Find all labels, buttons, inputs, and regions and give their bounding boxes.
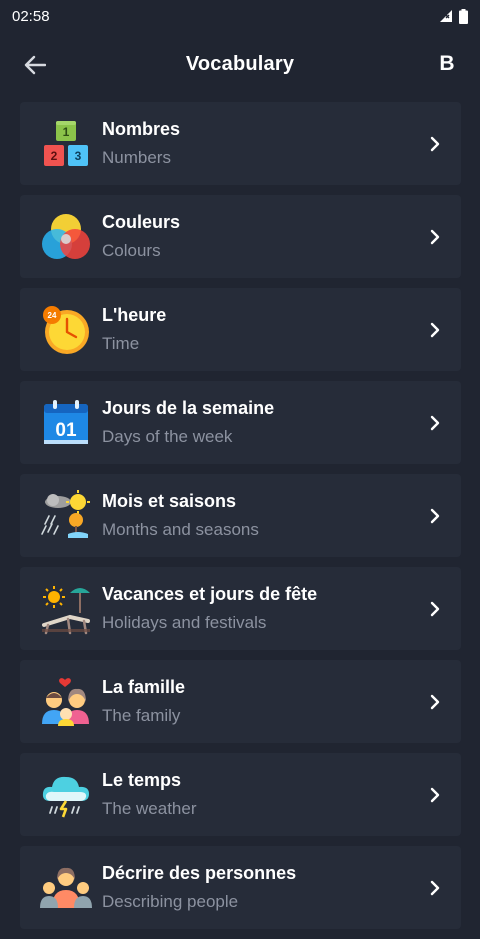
list-item[interactable]: Mois et saisons Months and seasons (20, 474, 461, 557)
family-icon (40, 676, 92, 728)
list-item[interactable]: 01 Jours de la semaine Days of the week (20, 381, 461, 464)
chevron-right-icon (427, 414, 443, 432)
item-subtitle: The weather (102, 799, 197, 818)
item-title: La famille (102, 677, 186, 697)
item-subtitle: Days of the week (102, 427, 233, 446)
rain-cloud-icon (40, 769, 92, 821)
seasons-icon (40, 489, 92, 542)
status-time: 02:58 (12, 7, 50, 25)
chevron-right-icon (427, 507, 443, 525)
number-blocks-icon: 1 2 3 (40, 118, 92, 170)
calendar-day-text: 01 (55, 420, 77, 441)
item-title: Nombres (102, 119, 181, 139)
item-title: Vacances et jours de fête (102, 584, 318, 604)
item-subtitle: Colours (102, 241, 161, 260)
item-subtitle: Months and seasons (102, 520, 259, 539)
vocabulary-list: 1 2 3 Nombres Numbers Couleurs Colours 2… (20, 102, 461, 939)
chevron-right-icon (427, 786, 443, 804)
status-icons (439, 8, 468, 24)
list-item[interactable]: Décrire des personnes Describing people (20, 846, 461, 929)
item-title: L'heure (102, 305, 167, 325)
list-item[interactable]: Le temps The weather (20, 753, 461, 836)
list-item[interactable]: Couleurs Colours (20, 195, 461, 278)
color-circles-icon (40, 211, 92, 263)
signal-icon (440, 10, 452, 22)
app-bar: Vocabulary B (0, 32, 480, 96)
item-subtitle: Numbers (102, 148, 171, 167)
list-item[interactable]: Vacances et jours de fête Holidays and f… (20, 567, 461, 650)
item-subtitle: The family (102, 706, 181, 725)
beach-chair-icon (40, 583, 92, 635)
battery-icon (459, 8, 468, 24)
calendar-icon: 01 (40, 397, 92, 449)
svg-text:24: 24 (48, 311, 57, 320)
item-title: Décrire des personnes (102, 863, 297, 883)
chevron-right-icon (427, 879, 443, 897)
page-title: Vocabulary (185, 52, 295, 75)
chevron-right-icon (427, 600, 443, 618)
back-button[interactable] (20, 50, 50, 80)
item-subtitle: Holidays and festivals (102, 613, 267, 632)
svg-text:2: 2 (51, 149, 58, 163)
list-item[interactable]: 1 2 3 Nombres Numbers (20, 102, 461, 185)
clock-icon: 24 (40, 304, 92, 356)
list-item[interactable]: 24 L'heure Time (20, 288, 461, 371)
item-title: Jours de la semaine (102, 398, 275, 418)
chevron-right-icon (427, 135, 443, 153)
people-icon (40, 862, 92, 914)
chevron-right-icon (427, 693, 443, 711)
svg-text:3: 3 (75, 149, 82, 163)
level-button[interactable]: B (432, 48, 462, 80)
item-title: Le temps (102, 770, 182, 790)
svg-text:1: 1 (63, 125, 70, 139)
item-subtitle: Describing people (102, 892, 239, 911)
chevron-right-icon (427, 228, 443, 246)
item-title: Couleurs (102, 212, 181, 232)
item-subtitle: Time (102, 334, 140, 353)
arrow-left-icon (24, 55, 46, 75)
list-item[interactable]: La famille The family (20, 660, 461, 743)
status-bar: 02:58 (0, 0, 480, 32)
item-title: Mois et saisons (102, 491, 237, 511)
chevron-right-icon (427, 321, 443, 339)
